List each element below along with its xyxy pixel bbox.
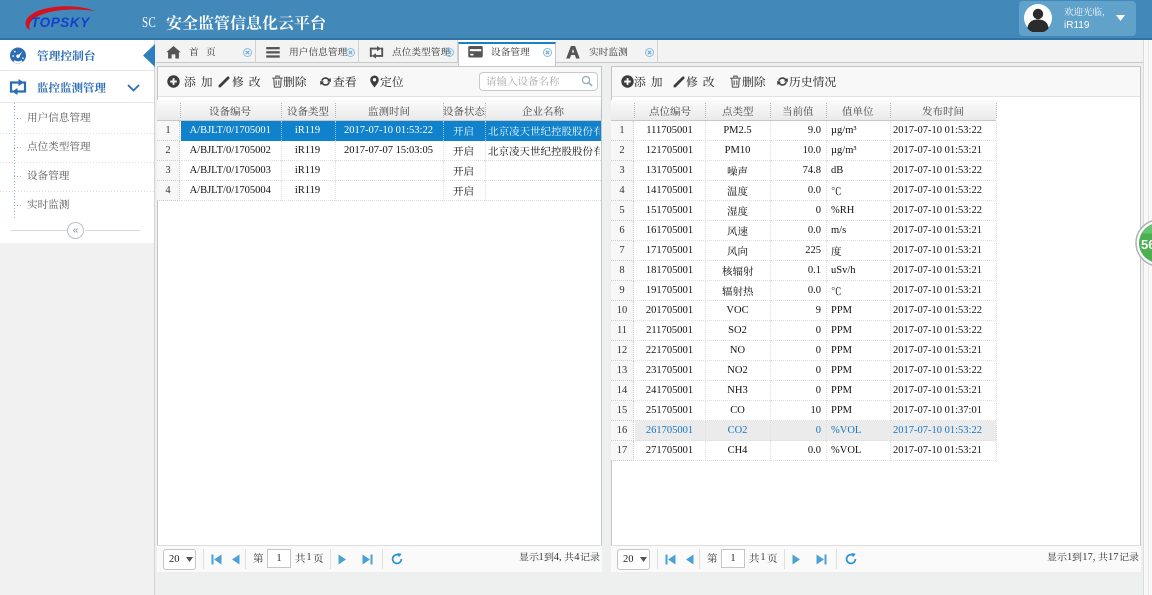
svg-text:TOPSKY: TOPSKY (31, 15, 91, 30)
